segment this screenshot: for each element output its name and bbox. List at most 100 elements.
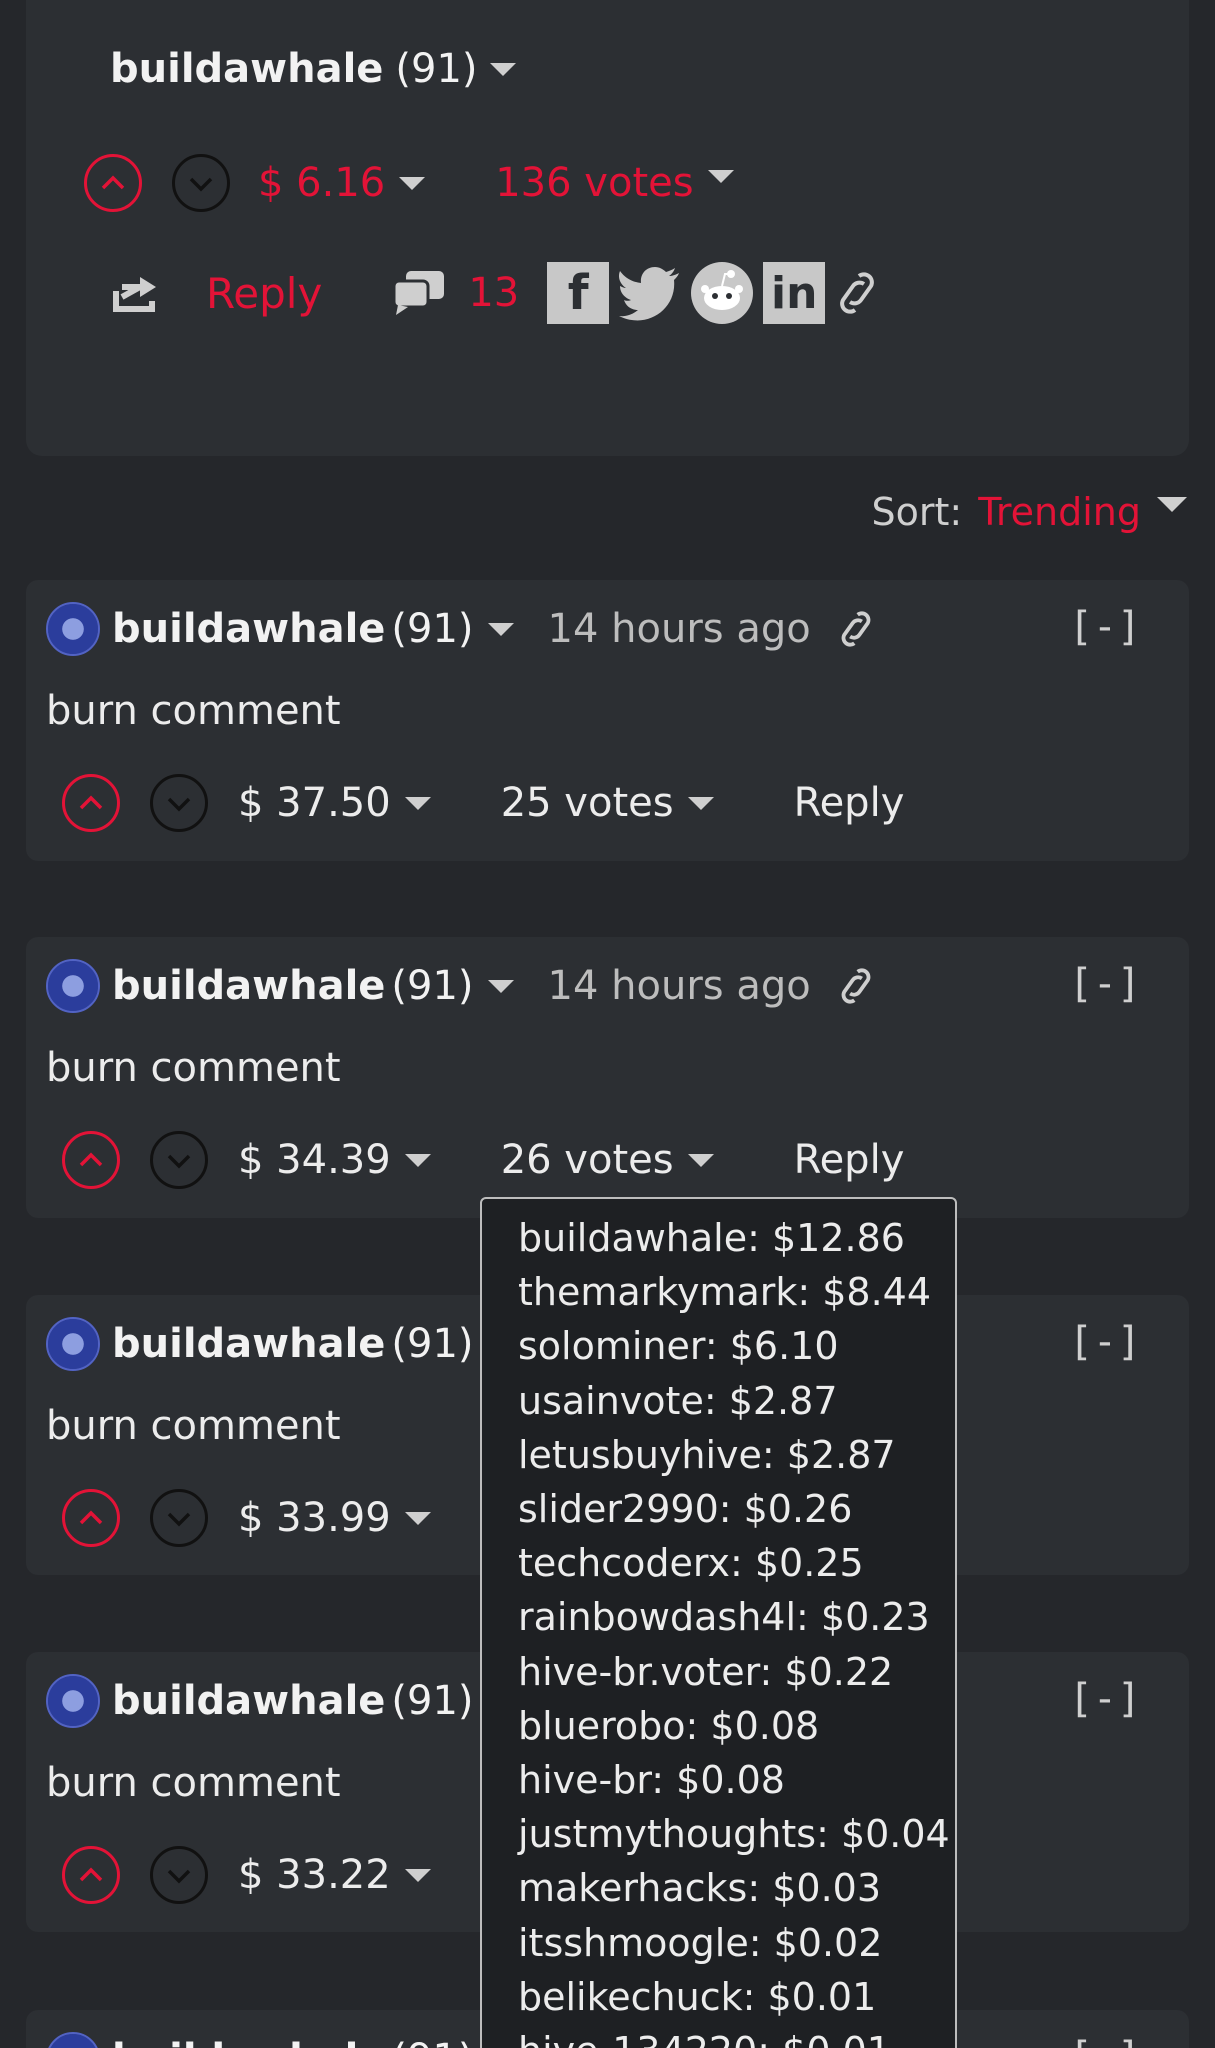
voter-row: slider2990: $0.26 [518, 1487, 853, 1532]
voter-row: rainbowdash4l: $0.23 [518, 1595, 930, 1640]
chevron-down-icon [167, 1512, 191, 1527]
downvote-button[interactable] [150, 1489, 208, 1547]
comment-author[interactable]: buildawhale [112, 1678, 385, 1724]
avatar[interactable] [46, 2032, 100, 2048]
post-card: buildawhale (91) $ 6.16 136 votes Reply [26, 0, 1189, 456]
sort-selector[interactable]: Sort: Trending [872, 490, 1187, 534]
comment-body: burn comment [46, 1403, 341, 1449]
chevron-up-icon [79, 1152, 103, 1167]
avatar[interactable] [46, 602, 100, 656]
downvote-button[interactable] [150, 1131, 208, 1189]
voter-row: hive-134220: $0.01 [518, 2024, 955, 2048]
comment-payout[interactable]: $ 37.50 [238, 780, 431, 826]
author-menu-caret-icon[interactable] [487, 622, 514, 636]
post-author-name[interactable]: buildawhale [110, 46, 383, 92]
comment-body: burn comment [46, 1045, 341, 1091]
comment-votes[interactable]: 25 votes [501, 780, 714, 826]
author-menu-caret-icon[interactable] [487, 979, 514, 993]
post-author[interactable]: buildawhale (91) [110, 46, 516, 92]
linkedin-icon[interactable]: in [763, 262, 826, 324]
voter-row: hive-br.voter: $0.22 [518, 1649, 894, 1694]
comment-vote-row: $ 34.39 26 votes Reply [62, 1131, 904, 1189]
voter-row: solominer: $6.10 [518, 1324, 839, 1369]
post-actions: Reply 13 f in [112, 262, 879, 324]
payout-caret-icon [404, 796, 431, 810]
comment-votes[interactable]: 26 votes [501, 1137, 714, 1183]
votes-caret-icon [687, 1153, 714, 1167]
link-icon[interactable] [835, 965, 877, 1007]
comment-vote-row: $ 37.50 25 votes Reply [62, 774, 904, 832]
downvote-button[interactable] [150, 1846, 208, 1904]
comment-body: burn comment [46, 1760, 341, 1806]
avatar[interactable] [46, 1317, 100, 1371]
collapse-toggle[interactable]: [-] [1069, 2034, 1141, 2048]
voter-row: usainvote: $2.87 [518, 1378, 838, 1423]
comment-payout[interactable]: $ 33.22 [238, 1852, 431, 1898]
comment-author[interactable]: buildawhale [112, 2036, 385, 2048]
reblog-icon[interactable] [112, 273, 160, 313]
upvote-button[interactable] [62, 1846, 120, 1904]
collapse-toggle[interactable]: [-] [1069, 1319, 1141, 1365]
voter-row: bluerobo: $0.08 [518, 1703, 820, 1748]
comment-reply-button[interactable]: Reply [794, 1137, 905, 1183]
comment-author[interactable]: buildawhale [112, 963, 385, 1009]
comment-header: buildawhale (91) [46, 1317, 514, 1371]
payout-caret-icon [404, 1868, 431, 1882]
reddit-icon[interactable] [691, 262, 754, 324]
comment-card: buildawhale (91) 14 hours ago [-] burn c… [26, 580, 1189, 861]
comment-payout[interactable]: $ 33.99 [238, 1495, 431, 1541]
voters-tooltip: buildawhale: $12.86 themarkymark: $8.44 … [480, 1197, 957, 2048]
facebook-icon[interactable]: f [547, 262, 610, 324]
voter-row: itsshmoogle: $0.02 [518, 1920, 883, 1965]
collapse-toggle[interactable]: [-] [1069, 1676, 1141, 1722]
link-icon[interactable] [835, 268, 879, 318]
post-reply-button[interactable]: Reply [206, 269, 322, 318]
comment-payout-value: $ 37.50 [238, 780, 391, 826]
comment-timestamp[interactable]: 14 hours ago [548, 606, 811, 652]
collapse-toggle[interactable]: [-] [1069, 604, 1141, 650]
collapse-toggle[interactable]: [-] [1069, 961, 1141, 1007]
post-vote-row: $ 6.16 136 votes [84, 154, 734, 212]
author-menu-caret-icon[interactable] [489, 62, 516, 76]
comment-author[interactable]: buildawhale [112, 1321, 385, 1367]
upvote-button[interactable] [84, 154, 142, 212]
comment-header: buildawhale (91) [46, 2032, 474, 2048]
comment-vote-row: $ 33.99 [62, 1489, 431, 1547]
comment-payout-value: $ 33.99 [238, 1495, 391, 1541]
downvote-button[interactable] [172, 154, 230, 212]
chevron-up-icon [79, 1867, 103, 1882]
comment-vote-row: $ 33.22 [62, 1846, 431, 1904]
avatar[interactable] [46, 959, 100, 1013]
voter-row: buildawhale: $12.86 [518, 1216, 905, 1260]
sort-caret-icon[interactable] [1157, 496, 1187, 512]
comment-author[interactable]: buildawhale [112, 606, 385, 652]
chevron-up-icon [101, 175, 125, 190]
comment-card: buildawhale (91) 14 hours ago [-] burn c… [26, 937, 1189, 1218]
downvote-button[interactable] [150, 774, 208, 832]
comment-payout[interactable]: $ 34.39 [238, 1137, 431, 1183]
twitter-icon[interactable] [619, 265, 681, 321]
upvote-button[interactable] [62, 1131, 120, 1189]
post-comment-count[interactable]: 13 [468, 270, 519, 316]
upvote-button[interactable] [62, 774, 120, 832]
chevron-up-icon [79, 1510, 103, 1525]
post-votes-count: 136 votes [495, 160, 694, 206]
chevron-down-icon [167, 797, 191, 812]
chevron-down-icon [167, 1869, 191, 1884]
votes-caret-icon [707, 169, 734, 183]
link-icon[interactable] [835, 608, 877, 650]
voter-row: makerhacks: $0.03 [518, 1866, 882, 1911]
comment-timestamp[interactable]: 14 hours ago [548, 963, 811, 1009]
comment-payout-value: $ 33.22 [238, 1852, 391, 1898]
upvote-button[interactable] [62, 1489, 120, 1547]
comments-icon[interactable] [392, 269, 446, 317]
avatar[interactable] [46, 1674, 100, 1728]
sort-value[interactable]: Trending [978, 490, 1141, 534]
comment-payout-value: $ 34.39 [238, 1137, 391, 1183]
post-payout[interactable]: $ 6.16 [258, 160, 426, 206]
comment-reply-button[interactable]: Reply [794, 780, 905, 826]
chevron-up-icon [79, 795, 103, 810]
post-votes[interactable]: 136 votes [495, 160, 734, 206]
voter-row: themarkymark: $8.44 [518, 1270, 932, 1315]
chevron-down-icon [167, 1154, 191, 1169]
